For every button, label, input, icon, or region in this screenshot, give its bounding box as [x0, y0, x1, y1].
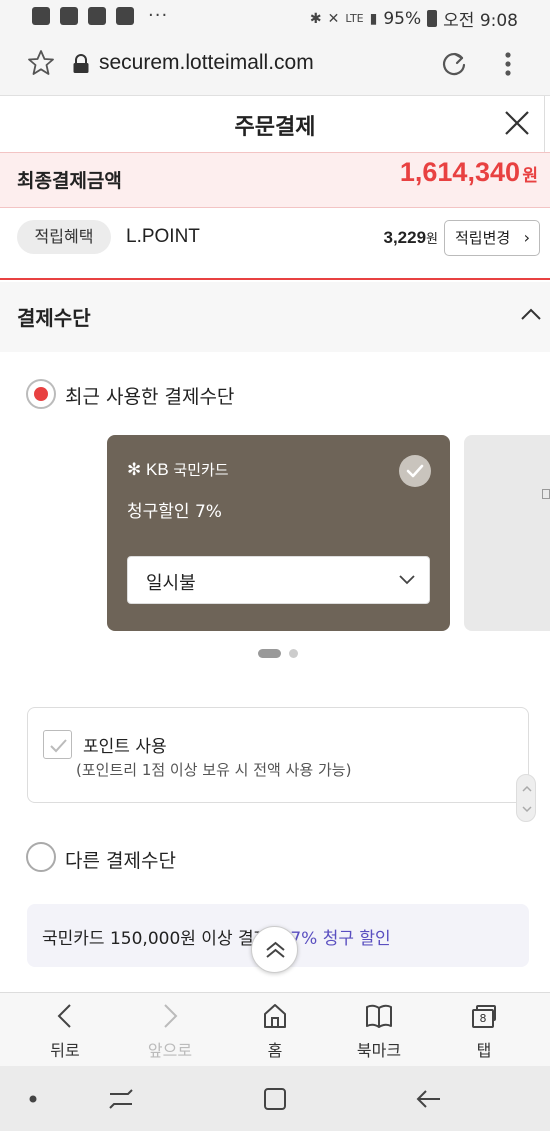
bookmark-star-icon[interactable] — [26, 48, 56, 78]
mute-icon: ✕ — [327, 10, 340, 27]
tab-count: 8 — [472, 1009, 494, 1028]
kb-logo-icon: ✻ — [127, 460, 142, 479]
reload-icon[interactable] — [440, 50, 468, 78]
checkmark-icon — [406, 464, 424, 478]
reward-points: 3,229원 — [383, 228, 438, 247]
payment-card[interactable]: ✻ KB 국민카드 청구할인 7% 일시불 — [107, 435, 450, 631]
card-brand: KB — [145, 460, 169, 479]
carousel-dot-active[interactable] — [258, 649, 281, 658]
card-logo: ✻ KB 국민카드 — [127, 459, 229, 480]
back-button[interactable]: 뒤로 — [25, 1001, 105, 1061]
point-use-checkbox[interactable] — [43, 730, 72, 759]
payment-method-header[interactable]: 결제수단 — [0, 282, 550, 352]
more-notifications-icon: ··· — [148, 5, 169, 26]
card-selected-check[interactable] — [399, 455, 431, 487]
payment-method-content: 최근 사용한 결제수단 ✻ KB 국민카드 청구할인 7% 일시불 포인트 사용… — [0, 352, 550, 992]
carousel-indicator — [258, 649, 298, 658]
bookmarks-icon — [366, 1004, 392, 1028]
tabs-icon: 8 — [470, 1001, 498, 1031]
system-nav-bar — [0, 1066, 550, 1131]
final-amount-label: 최종결제금액 — [17, 170, 122, 192]
close-icon[interactable] — [502, 108, 532, 138]
battery-level: 95% — [383, 8, 422, 29]
bookmarks-button[interactable]: 북마크 — [339, 1001, 419, 1061]
forward-label: 앞으로 — [147, 1041, 193, 1060]
app-notification-icon — [32, 7, 50, 25]
change-reward-button[interactable]: 적립변경 › — [444, 220, 540, 256]
chevron-right-icon: › — [523, 228, 530, 247]
chevron-up-icon[interactable] — [520, 306, 542, 322]
final-amount-row: 최종결제금액 1,614,340 원 — [0, 152, 550, 208]
reward-badge: 적립혜택 — [17, 220, 111, 254]
point-use-label[interactable]: 포인트 사용 — [83, 732, 167, 757]
more-menu-icon[interactable] — [498, 50, 518, 78]
installment-select[interactable]: 일시불 — [127, 556, 430, 604]
home-icon — [264, 1004, 286, 1028]
home-label: 홈 — [267, 1041, 283, 1060]
forward-button[interactable]: 앞으로 — [130, 1001, 210, 1061]
nav-home-icon[interactable] — [263, 1087, 287, 1111]
app2-notification-icon — [88, 7, 106, 25]
other-method-radio[interactable] — [26, 842, 56, 872]
check-icon — [50, 739, 67, 753]
image-notification-icon — [60, 7, 78, 25]
status-bar: ··· ✱ ✕ LTE ▮ 95% 오전 9:08 — [0, 0, 550, 34]
card-benefit: 청구할인 7% — [127, 502, 222, 522]
battery-icon — [427, 10, 438, 27]
nav-back-icon[interactable] — [414, 1088, 442, 1110]
recent-method-label[interactable]: 최근 사용한 결제수단 — [65, 382, 234, 409]
double-chevron-up-icon — [266, 941, 285, 958]
tabs-button[interactable]: 8 탭 — [444, 1001, 524, 1061]
clock: 오전 9:08 — [443, 11, 518, 31]
recents-icon[interactable] — [108, 1088, 134, 1110]
scroll-top-button[interactable] — [251, 926, 298, 973]
installment-value: 일시불 — [146, 573, 196, 594]
system-status: ✱ ✕ LTE ▮ 95% 오전 9:08 — [309, 6, 518, 32]
signal-icon: ▮ — [369, 10, 378, 27]
back-arrow-icon — [57, 1004, 71, 1028]
bookmarks-label: 북마크 — [356, 1041, 402, 1060]
carousel-dot[interactable] — [289, 649, 298, 658]
promo-text: 국민카드 150,000원 이상 결제시 7% 청구 할인 — [42, 929, 391, 949]
nav-dot-icon[interactable] — [28, 1094, 38, 1104]
page-header: 주문결제 — [0, 96, 550, 152]
lock-icon — [73, 54, 89, 73]
chevron-down-icon — [399, 575, 415, 585]
payment-method-title: 결제수단 — [17, 306, 91, 330]
card-name: 국민카드 — [173, 462, 229, 479]
final-amount-value: 1,614,340 — [399, 157, 520, 187]
next-payment-card[interactable] — [464, 435, 550, 631]
page-title: 주문결제 — [234, 115, 316, 140]
url-text[interactable]: securem.lotteimall.com — [99, 51, 314, 75]
point-use-note: (포인트리 1점 이상 보유 시 전액 사용 가능) — [76, 761, 352, 779]
other-method-label[interactable]: 다른 결제수단 — [65, 846, 176, 873]
reward-row: 적립혜택 L.POINT 3,229원 적립변경 › — [0, 208, 550, 280]
browser-toolbar: 뒤로 앞으로 홈 북마크 8 탭 — [0, 992, 550, 1066]
notification-icons: ··· — [32, 7, 168, 25]
promo-highlight: 7% 청구 할인 — [290, 929, 391, 949]
home-button[interactable]: 홈 — [235, 1001, 315, 1061]
mail-notification-icon — [116, 7, 134, 25]
tabs-label: 탭 — [476, 1041, 492, 1060]
network-type: LTE — [345, 12, 364, 25]
card-placeholder-icon — [542, 489, 550, 499]
change-reward-label: 적립변경 — [455, 229, 511, 247]
reward-program: L.POINT — [126, 226, 200, 247]
recent-method-radio[interactable] — [26, 379, 56, 409]
browser-address-bar: securem.lotteimall.com — [0, 34, 550, 96]
final-amount-unit: 원 — [522, 166, 538, 186]
scroll-handle[interactable] — [516, 774, 536, 822]
scroll-arrows-icon — [522, 785, 532, 813]
forward-arrow-icon — [164, 1004, 178, 1028]
point-use-box: 포인트 사용 (포인트리 1점 이상 보유 시 전액 사용 가능) — [27, 707, 529, 803]
bluetooth-icon: ✱ — [309, 10, 322, 27]
back-label: 뒤로 — [50, 1041, 80, 1060]
